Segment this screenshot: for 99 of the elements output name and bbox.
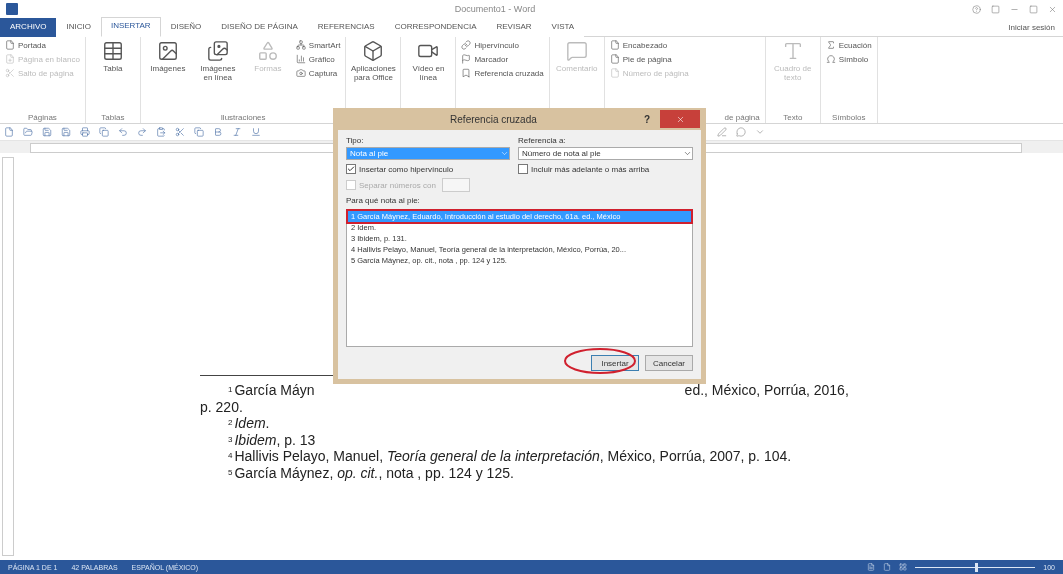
close-icon xyxy=(675,114,685,124)
ribbon-tab[interactable]: INSERTAR xyxy=(100,17,161,37)
separator-field[interactable] xyxy=(441,178,470,192)
sign-in-link[interactable]: Iniciar sesión xyxy=(1000,23,1063,36)
paste-icon xyxy=(156,127,166,137)
footnote-number: 1 xyxy=(228,384,233,396)
link-icon xyxy=(461,40,472,50)
print-layout-icon xyxy=(883,563,892,571)
cancel-button[interactable]: Cancelar xyxy=(645,355,693,371)
group-label: Ilustraciones xyxy=(219,113,267,122)
dropdown-icon xyxy=(683,149,692,158)
scissors-icon xyxy=(175,127,185,137)
ribbon-button[interactable]: Marcador xyxy=(461,54,544,64)
group-label: de página xyxy=(724,113,760,122)
read-mode-icon xyxy=(867,563,876,571)
ribbon-button[interactable]: Vídeo en línea xyxy=(406,40,451,122)
comment-icon xyxy=(565,40,588,62)
underline-icon xyxy=(251,127,261,137)
ribbon-button[interactable]: Pie de página xyxy=(609,54,689,64)
checkbox-option[interactable]: Insertar como hipervínculo xyxy=(346,164,510,174)
camera-icon xyxy=(295,68,306,78)
footnote-number: 5 xyxy=(228,466,233,479)
copy-icon xyxy=(194,127,204,137)
page-icon xyxy=(5,54,15,64)
ribbon-button[interactable]: Tabla xyxy=(90,40,135,113)
italic-icon xyxy=(232,127,242,137)
dialog-title: Referencia cruzada xyxy=(449,113,538,125)
footnote-number: 2 xyxy=(228,417,233,429)
ribbon-button[interactable]: Aplicaciones para Office xyxy=(351,40,396,122)
ribbon-button[interactable]: Ecuación xyxy=(825,40,872,50)
undo-icon xyxy=(118,127,128,137)
scissors-icon xyxy=(5,68,15,78)
ribbon-button[interactable]: Símbolo xyxy=(825,54,872,64)
ribbon-button[interactable]: Gráfico xyxy=(295,54,341,64)
ribbon-button[interactable]: Referencia cruzada xyxy=(461,68,544,78)
zoom-slider-thumb[interactable] xyxy=(975,562,979,572)
footnote-text: ed., México, Porrúa, 2016, xyxy=(684,382,849,399)
footnote-text: García Máynez, op. cit., nota , pp. 124 y 125. xyxy=(234,464,514,481)
ribbon-options-icon xyxy=(991,4,1000,14)
more-icon xyxy=(755,127,765,137)
close-icon xyxy=(1048,4,1057,14)
new-file-icon xyxy=(4,127,14,137)
footnote-text: Idem. xyxy=(234,415,270,432)
maximize-icon xyxy=(1029,4,1038,14)
sigma-icon xyxy=(825,40,836,50)
list-label: Para qué nota al pie: xyxy=(346,196,421,205)
shapes-icon xyxy=(256,40,279,62)
images-icon xyxy=(206,40,229,62)
ribbon-button[interactable]: Imágenes en línea xyxy=(195,40,240,113)
chart-icon xyxy=(295,54,306,64)
image-icon xyxy=(156,40,179,62)
file-tab[interactable]: ARCHIVO xyxy=(0,18,57,37)
checkbox-option[interactable]: Incluir más adelante o más arriba xyxy=(518,164,693,174)
bookmark-icon xyxy=(461,68,472,78)
comment-icon xyxy=(736,127,746,137)
footnote-text: García Máyn xyxy=(234,382,315,399)
table-icon xyxy=(101,40,124,62)
ribbon-button[interactable]: Captura xyxy=(295,68,341,78)
copy-icon xyxy=(99,127,109,137)
printer-icon xyxy=(80,127,90,137)
group-label: Texto xyxy=(782,113,804,122)
page-icon xyxy=(609,54,620,64)
help-icon xyxy=(972,4,981,14)
folder-icon xyxy=(23,127,33,137)
bold-icon xyxy=(213,127,223,137)
field-label: Referencia a: xyxy=(518,136,567,145)
footnote-text: Ibidem, p. 13 xyxy=(234,431,316,448)
web-layout-icon xyxy=(899,563,908,571)
help-button[interactable]: ? xyxy=(643,113,650,125)
field-label: Tipo: xyxy=(346,136,365,145)
omega-icon xyxy=(825,54,836,64)
app-icon xyxy=(6,3,18,15)
reference-dropdown[interactable]: Número de nota al pie xyxy=(518,147,693,160)
footnote-number: 4 xyxy=(228,450,233,462)
flag-icon xyxy=(461,54,472,64)
pen-icon xyxy=(717,127,727,137)
dropdown-icon xyxy=(500,149,509,158)
group-label: Símbolos xyxy=(831,113,867,122)
footnote-number: 3 xyxy=(228,433,233,446)
page-icon xyxy=(5,40,15,50)
page-icon xyxy=(609,40,620,50)
ribbon-button[interactable]: Encabezado xyxy=(609,40,689,50)
ribbon-button[interactable]: Hipervínculo xyxy=(461,40,544,50)
diagram-icon xyxy=(295,40,306,50)
ribbon-button[interactable]: SmartArt xyxy=(295,40,341,50)
group-label: Páginas xyxy=(26,113,58,122)
redo-icon xyxy=(137,127,147,137)
footnote-text: Hallivis Pelayo, Manuel, Teoría general de la interpretación, México, Porrúa, 2007, p. 104. xyxy=(234,448,792,465)
save-icon xyxy=(61,127,71,137)
group-label: Tablas xyxy=(100,113,126,122)
check-icon xyxy=(347,165,355,173)
insert-button[interactable]: Insertar xyxy=(591,355,639,371)
window-title: Documento1 - Word xyxy=(453,4,537,14)
save-icon xyxy=(42,127,52,137)
page-icon xyxy=(609,68,620,78)
ribbon-button[interactable]: Portada xyxy=(5,40,80,50)
box-icon xyxy=(362,40,385,62)
ribbon-button[interactable]: Imágenes xyxy=(145,40,190,113)
footnote-text: p. 220. xyxy=(200,398,243,415)
